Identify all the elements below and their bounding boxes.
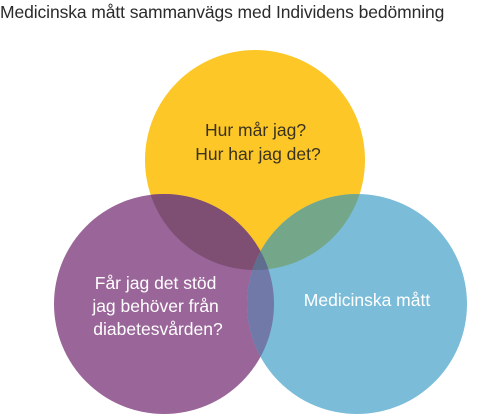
circle-left-label: Får jag det stöd jag behöver från diabet… [91,273,223,339]
circle-top-label-line: Hur mår jag? [205,120,306,140]
circle-top-label-line: Hur har jag det? [195,144,321,164]
circle-right-label: Medicinska mått [304,290,431,310]
venn-diagram: Hur mår jag? Hur har jag det? Får jag de… [54,50,467,414]
circle-left-label-line: jag behöver från [91,296,218,316]
circle-right-label-line: Medicinska mått [304,290,431,310]
circle-left-label-line: Får jag det stöd [95,273,217,293]
circle-left-label-line: diabetesvården? [93,319,223,339]
